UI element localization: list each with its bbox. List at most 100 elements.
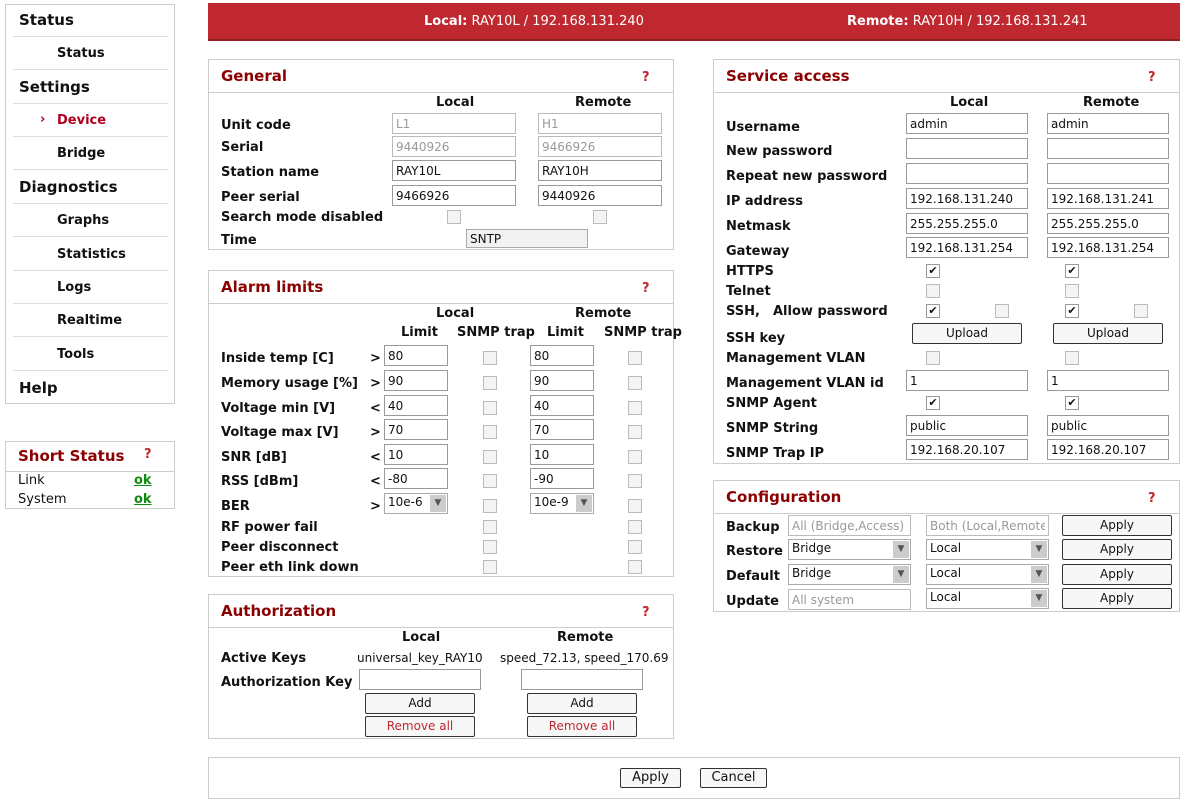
serial-remote-input[interactable] bbox=[538, 136, 662, 157]
voltage-min-remote-input[interactable] bbox=[530, 395, 594, 416]
inside-temp-remote-snmp-checkbox[interactable] bbox=[628, 351, 642, 365]
authorization-key-remote-input[interactable] bbox=[521, 669, 643, 690]
backup-apply-button[interactable]: Apply bbox=[1062, 515, 1172, 536]
snr-local-snmp-checkbox[interactable] bbox=[483, 450, 497, 464]
snr-remote-snmp-checkbox[interactable] bbox=[628, 450, 642, 464]
snmp-string-local-input[interactable] bbox=[906, 415, 1028, 436]
snmp-agent-remote-checkbox[interactable]: ✔ bbox=[1065, 396, 1079, 410]
peer-disconnect-remote-checkbox[interactable] bbox=[628, 540, 642, 554]
rf-power-fail-remote-checkbox[interactable] bbox=[628, 520, 642, 534]
memory-usage-remote-snmp-checkbox[interactable] bbox=[628, 376, 642, 390]
station-name-remote-input[interactable] bbox=[538, 160, 662, 181]
default-apply-button[interactable]: Apply bbox=[1062, 564, 1172, 585]
netmask-remote-input[interactable] bbox=[1047, 213, 1169, 234]
station-name-local-input[interactable] bbox=[392, 160, 516, 181]
help-icon[interactable]: ? bbox=[642, 281, 650, 296]
backup-target-input[interactable] bbox=[926, 515, 1049, 536]
sidebar-item-tools[interactable]: Tools bbox=[57, 347, 94, 362]
update-apply-button[interactable]: Apply bbox=[1062, 588, 1172, 609]
voltage-max-remote-snmp-checkbox[interactable] bbox=[628, 425, 642, 439]
ssh-key-upload-remote-button[interactable]: Upload bbox=[1053, 323, 1163, 344]
https-remote-checkbox[interactable]: ✔ bbox=[1065, 264, 1079, 278]
snmp-agent-local-checkbox[interactable]: ✔ bbox=[926, 396, 940, 410]
sidebar-header-help[interactable]: Help bbox=[19, 379, 58, 397]
ber-remote-select[interactable]: 10e-9 ▼ bbox=[530, 493, 594, 514]
remove-all-keys-local-button[interactable]: Remove all bbox=[365, 716, 475, 737]
sidebar-item-logs[interactable]: Logs bbox=[57, 280, 91, 295]
inside-temp-local-input[interactable] bbox=[384, 345, 448, 366]
sidebar-item-statistics[interactable]: Statistics bbox=[57, 247, 126, 262]
authorization-key-local-input[interactable] bbox=[359, 669, 481, 690]
system-status-value[interactable]: ok bbox=[134, 492, 152, 507]
sidebar-header-diagnostics[interactable]: Diagnostics bbox=[19, 178, 118, 196]
add-key-local-button[interactable]: Add bbox=[365, 693, 475, 714]
ber-local-snmp-checkbox[interactable] bbox=[483, 499, 497, 513]
add-key-remote-button[interactable]: Add bbox=[527, 693, 637, 714]
remove-all-keys-remote-button[interactable]: Remove all bbox=[527, 716, 637, 737]
repeat-password-local-input[interactable] bbox=[906, 163, 1028, 184]
management-vlan-remote-checkbox[interactable] bbox=[1065, 351, 1079, 365]
management-vlan-local-checkbox[interactable] bbox=[926, 351, 940, 365]
peer-serial-remote-input[interactable] bbox=[538, 185, 662, 206]
unit-code-remote-input[interactable] bbox=[538, 113, 662, 134]
ssh-key-upload-local-button[interactable]: Upload bbox=[912, 323, 1022, 344]
cancel-button[interactable]: Cancel bbox=[700, 768, 767, 788]
rss-local-snmp-checkbox[interactable] bbox=[483, 474, 497, 488]
sidebar-item-status[interactable]: Status bbox=[57, 46, 105, 61]
peer-serial-local-input[interactable] bbox=[392, 185, 516, 206]
backup-scope-input[interactable] bbox=[788, 515, 911, 536]
serial-local-input[interactable] bbox=[392, 136, 516, 157]
gateway-local-input[interactable] bbox=[906, 237, 1028, 258]
ber-remote-snmp-checkbox[interactable] bbox=[628, 499, 642, 513]
search-mode-local-checkbox[interactable] bbox=[447, 210, 461, 224]
voltage-min-remote-snmp-checkbox[interactable] bbox=[628, 401, 642, 415]
telnet-local-checkbox[interactable] bbox=[926, 284, 940, 298]
sidebar-header-settings[interactable]: Settings bbox=[19, 78, 90, 96]
voltage-max-local-input[interactable] bbox=[384, 419, 448, 440]
update-target-select[interactable]: Local ▼ bbox=[926, 588, 1049, 609]
default-target-select[interactable]: Local ▼ bbox=[926, 564, 1049, 585]
help-icon[interactable]: ? bbox=[144, 447, 152, 462]
ip-address-local-input[interactable] bbox=[906, 188, 1028, 209]
snmp-trap-ip-local-input[interactable] bbox=[906, 439, 1028, 460]
voltage-min-local-input[interactable] bbox=[384, 395, 448, 416]
sidebar-item-realtime[interactable]: Realtime bbox=[57, 313, 122, 328]
snmp-trap-ip-remote-input[interactable] bbox=[1047, 439, 1169, 460]
management-vlan-id-remote-input[interactable] bbox=[1047, 370, 1169, 391]
ssh-local-checkbox[interactable]: ✔ bbox=[926, 304, 940, 318]
unit-code-local-input[interactable] bbox=[392, 113, 516, 134]
ip-address-remote-input[interactable] bbox=[1047, 188, 1169, 209]
link-status-value[interactable]: ok bbox=[134, 473, 152, 488]
snr-local-input[interactable] bbox=[384, 444, 448, 465]
update-scope-input[interactable] bbox=[788, 589, 911, 610]
rf-power-fail-local-checkbox[interactable] bbox=[483, 520, 497, 534]
management-vlan-id-local-input[interactable] bbox=[906, 370, 1028, 391]
ssh-allow-password-remote-checkbox[interactable] bbox=[1134, 304, 1148, 318]
repeat-password-remote-input[interactable] bbox=[1047, 163, 1169, 184]
restore-scope-select[interactable]: Bridge ▼ bbox=[788, 539, 911, 560]
apply-button[interactable]: Apply bbox=[620, 768, 681, 788]
new-password-local-input[interactable] bbox=[906, 138, 1028, 159]
default-scope-select[interactable]: Bridge ▼ bbox=[788, 564, 911, 585]
rss-local-input[interactable] bbox=[384, 468, 448, 489]
peer-disconnect-local-checkbox[interactable] bbox=[483, 540, 497, 554]
memory-usage-local-input[interactable] bbox=[384, 370, 448, 391]
peer-eth-link-local-checkbox[interactable] bbox=[483, 560, 497, 574]
ssh-remote-checkbox[interactable]: ✔ bbox=[1065, 304, 1079, 318]
ber-local-select[interactable]: 10e-6 ▼ bbox=[384, 493, 448, 514]
help-icon[interactable]: ? bbox=[642, 70, 650, 85]
telnet-remote-checkbox[interactable] bbox=[1065, 284, 1079, 298]
voltage-max-remote-input[interactable] bbox=[530, 419, 594, 440]
gateway-remote-input[interactable] bbox=[1047, 237, 1169, 258]
ssh-allow-password-local-checkbox[interactable] bbox=[995, 304, 1009, 318]
help-icon[interactable]: ? bbox=[642, 605, 650, 620]
voltage-min-local-snmp-checkbox[interactable] bbox=[483, 401, 497, 415]
time-source-input[interactable] bbox=[466, 229, 588, 248]
sidebar-item-bridge[interactable]: Bridge bbox=[57, 146, 105, 161]
sidebar-header-status[interactable]: Status bbox=[19, 11, 74, 29]
https-local-checkbox[interactable]: ✔ bbox=[926, 264, 940, 278]
memory-usage-remote-input[interactable] bbox=[530, 370, 594, 391]
inside-temp-remote-input[interactable] bbox=[530, 345, 594, 366]
voltage-max-local-snmp-checkbox[interactable] bbox=[483, 425, 497, 439]
inside-temp-local-snmp-checkbox[interactable] bbox=[483, 351, 497, 365]
